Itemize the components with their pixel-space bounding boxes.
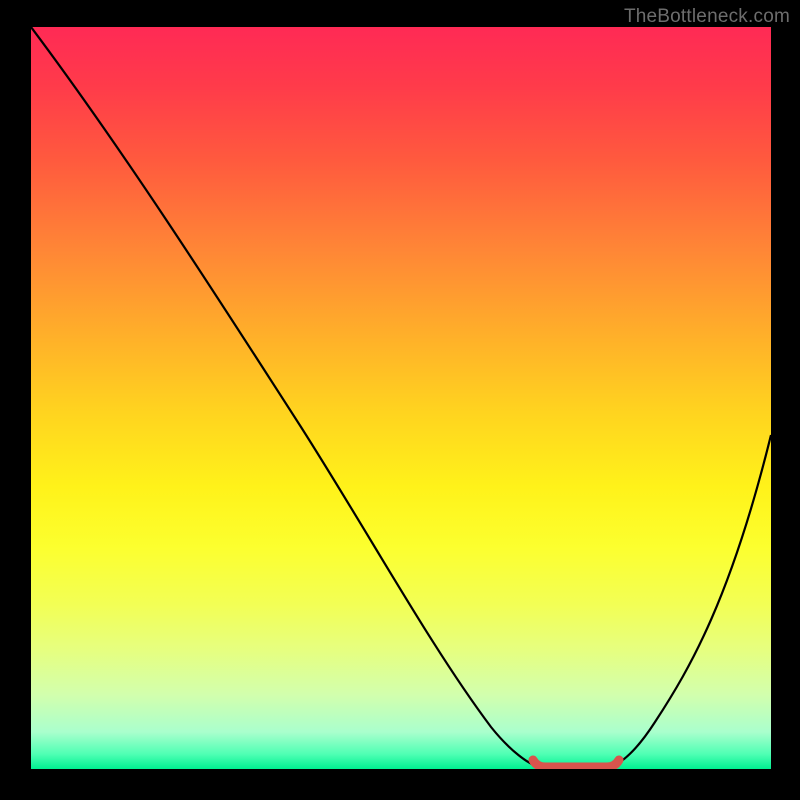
watermark-text: TheBottleneck.com xyxy=(624,6,790,28)
optimal-band-marker xyxy=(533,760,619,767)
chart-container: TheBottleneck.com xyxy=(0,0,800,800)
plot-area xyxy=(31,27,771,769)
bottleneck-curve xyxy=(31,27,771,766)
chart-svg xyxy=(31,27,771,769)
